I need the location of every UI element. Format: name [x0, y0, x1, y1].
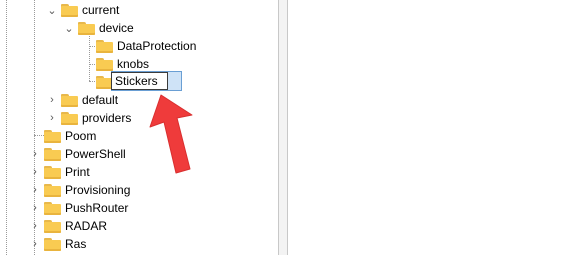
folder-icon: [96, 39, 113, 53]
tree-item-pushrouter[interactable]: › PushRouter: [30, 199, 128, 217]
tree-item-current[interactable]: ⌄ current: [47, 1, 119, 19]
folder-icon: [44, 219, 61, 233]
tree-item-dataprotection[interactable]: DataProtection: [96, 37, 196, 55]
tree-item-label: Poom: [65, 129, 97, 143]
tree-item-label: RADAR: [65, 219, 108, 233]
tree-item-powershell[interactable]: › PowerShell: [30, 145, 126, 163]
tree-item-label: knobs: [117, 57, 150, 71]
chevron-right-icon[interactable]: ›: [30, 183, 40, 197]
folder-icon: [44, 237, 61, 251]
folder-icon: [44, 183, 61, 197]
tree-item-default[interactable]: › default: [47, 91, 118, 109]
tree-item-label: Print: [65, 165, 90, 179]
tree-item-ras[interactable]: › Ras: [30, 235, 86, 253]
chevron-down-icon[interactable]: ⌄: [64, 21, 74, 35]
chevron-right-icon[interactable]: ›: [30, 165, 40, 179]
tree-item-label: default: [82, 93, 119, 107]
registry-values-pane[interactable]: [288, 0, 569, 255]
tree-guide-line: [34, 135, 44, 136]
folder-icon: [44, 129, 61, 143]
tree-item-label: PowerShell: [65, 147, 126, 161]
tree-item-poom[interactable]: Poom: [44, 127, 96, 145]
registry-tree-pane[interactable]: ⌄ current ⌄ device DataProtection knobs …: [0, 0, 278, 255]
folder-icon: [61, 93, 78, 107]
tree-item-label: Ras: [65, 237, 87, 251]
splitter-border: [278, 0, 279, 255]
chevron-right-icon[interactable]: ›: [30, 147, 40, 161]
folder-icon: [78, 21, 95, 35]
folder-icon: [44, 165, 61, 179]
tree-guide-line: [89, 36, 90, 81]
tree-item-label: DataProtection: [117, 39, 197, 53]
folder-icon: [96, 57, 113, 71]
folder-icon: [44, 147, 61, 161]
folder-icon: [44, 201, 61, 215]
tree-item-device[interactable]: ⌄ device: [64, 19, 134, 37]
tree-item-label: device: [99, 21, 134, 35]
chevron-right-icon[interactable]: ›: [47, 111, 57, 125]
chevron-right-icon[interactable]: ›: [30, 201, 40, 215]
folder-icon: [61, 111, 78, 125]
chevron-right-icon[interactable]: ›: [30, 219, 40, 233]
tree-item-provisioning[interactable]: › Provisioning: [30, 181, 130, 199]
folder-icon: [61, 3, 78, 17]
tree-item-radar[interactable]: › RADAR: [30, 217, 107, 235]
tree-item-label: Provisioning: [65, 183, 131, 197]
tree-item-label: current: [82, 3, 120, 17]
tree-item-label: providers: [82, 111, 132, 125]
chevron-down-icon[interactable]: ⌄: [47, 3, 57, 17]
tree-item-print[interactable]: › Print: [30, 163, 90, 181]
tree-item-label: PushRouter: [65, 201, 129, 215]
pane-splitter[interactable]: [278, 0, 288, 255]
tree-guide-line: [6, 0, 7, 255]
rename-key-input[interactable]: [111, 72, 168, 90]
chevron-right-icon[interactable]: ›: [30, 237, 40, 251]
red-arrow-icon: [149, 94, 193, 174]
chevron-right-icon[interactable]: ›: [47, 93, 57, 107]
tree-item-providers[interactable]: › providers: [47, 109, 131, 127]
